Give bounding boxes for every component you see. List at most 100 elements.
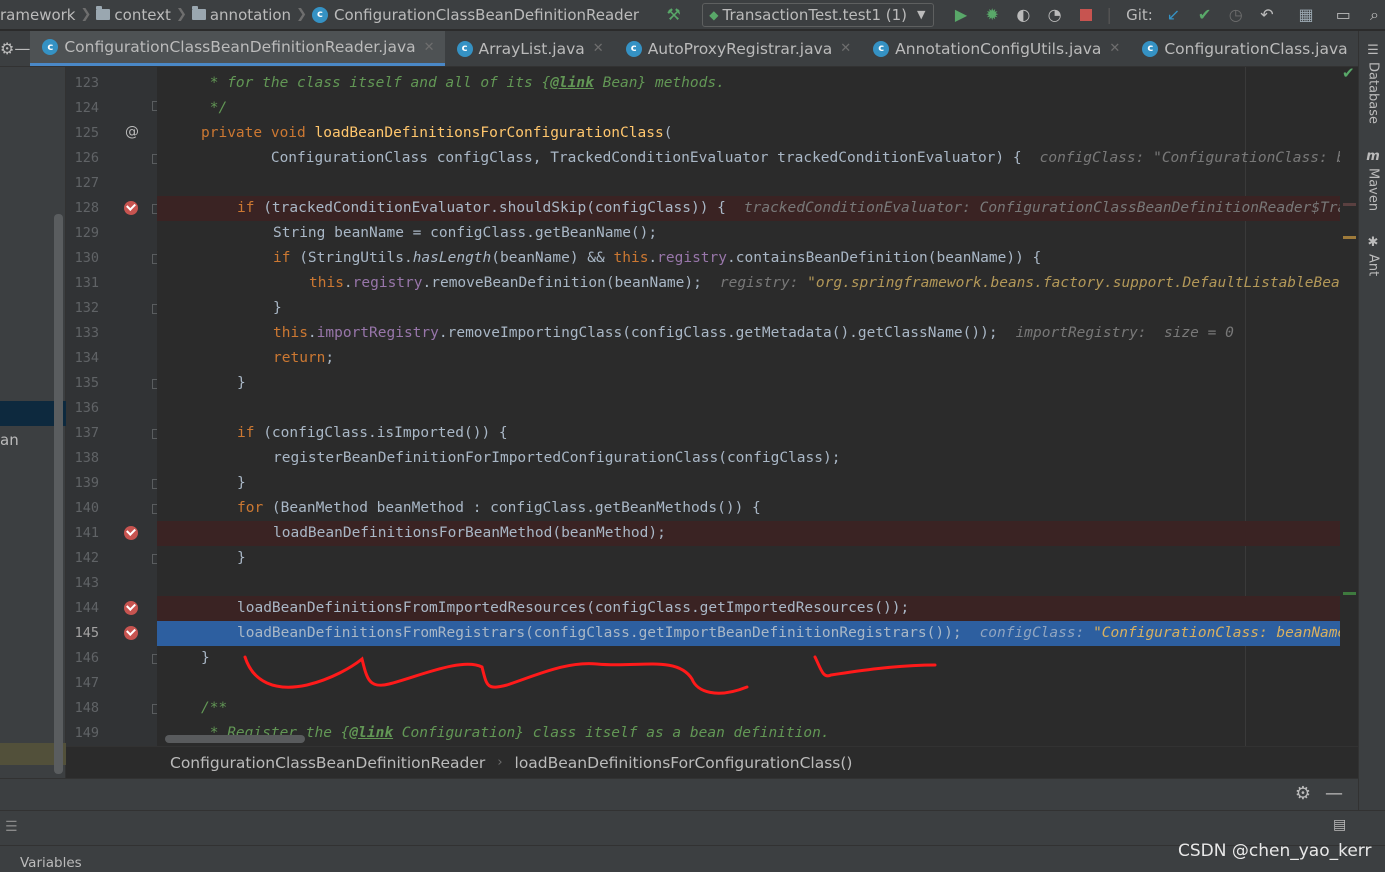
debug-icon[interactable]: ✹ [982,4,1003,26]
close-icon[interactable]: ✕ [593,41,604,56]
git-update-icon[interactable]: ↙ [1163,4,1184,26]
line-number: 138 [74,450,99,466]
red-underline-annotation [243,655,937,695]
chevron-right-icon: ❯ [175,7,187,22]
tab-label: AnnotationConfigUtils.java [895,39,1102,58]
tab-array-list[interactable]: c ArrayList.java ✕ [445,31,614,66]
breakpoint-icon[interactable] [124,201,138,215]
build-hammer-icon[interactable]: ⚒ [663,4,684,26]
tab-label: ConfigurationClass.java [1164,39,1348,58]
change-marker[interactable] [1343,592,1356,595]
nav-crumb-context[interactable]: context ❯ [96,6,191,24]
coverage-icon[interactable]: ◐ [1013,4,1034,26]
line-number: 127 [74,175,99,191]
project-panel: an [0,67,66,778]
chevron-right-icon: ❯ [80,7,92,22]
editor-gutter: 123 124 125 @ 126 127 128 129 130 131 13… [66,67,162,746]
git-commit-icon[interactable]: ✔ [1194,4,1215,26]
class-icon: c [873,40,890,57]
tab-configuration-class-bean-definition-reader[interactable]: c ConfigurationClassBeanDefinitionReader… [30,31,445,66]
close-icon[interactable]: ✕ [1109,41,1120,56]
class-icon: c [456,40,473,57]
line-number: 129 [74,225,99,241]
profile-icon[interactable]: ◔ [1044,4,1065,26]
editor-tabs: ⚙ — c ConfigurationClassBeanDefinitionRe… [0,31,1379,67]
tab-annotation-config-utils[interactable]: c AnnotationConfigUtils.java ✕ [861,31,1130,66]
nav-crumb-framework-label: ramework [0,5,76,24]
override-annotation-icon[interactable]: @ [125,124,139,140]
gear-icon[interactable]: ⚙ [1295,783,1311,804]
layout-icon[interactable]: ▤ [1333,817,1346,833]
current-line-number: 145 [74,625,99,641]
project-tree-item[interactable]: an [0,431,19,449]
warning-marker[interactable] [1343,236,1356,239]
line-number: 132 [74,300,99,316]
terminal-window-icon[interactable]: ▭ [1333,4,1354,26]
line-number: 146 [74,650,99,666]
class-icon: c [625,40,642,57]
run-configuration-select[interactable]: ◆ TransactionTest.test1 (1) ▼ [702,2,935,27]
nav-crumb-class[interactable]: c ConfigurationClassBeanDefinitionReader [311,5,640,24]
breadcrumb-class[interactable]: ConfigurationClassBeanDefinitionReader [170,754,485,772]
debug-panel-tools: ⚙ — [1295,783,1343,804]
line-number: 144 [74,600,99,616]
navigation-bar: ramework ❯ context ❯ annotation ❯ c Configur… [0,0,1385,30]
folder-icon [191,6,206,20]
line-number: 133 [74,325,99,341]
tool-window-label: Ant [1365,254,1381,277]
breakpoint-marker[interactable] [1343,203,1356,206]
tab-tools: ⚙ — [0,31,30,66]
line-number: 134 [74,350,99,366]
git-rollback-icon[interactable]: ↶ [1256,4,1277,26]
project-structure-icon[interactable]: ▦ [1296,4,1317,26]
breadcrumb-method[interactable]: loadBeanDefinitionsForConfigurationClass… [515,754,853,772]
variables-label[interactable]: Variables [20,855,82,871]
line-number: 141 [74,525,99,541]
chevron-right-icon: ❯ [296,7,307,22]
tab-auto-proxy-registrar[interactable]: c AutoProxyRegistrar.java ✕ [614,31,861,66]
search-icon[interactable]: ⌕ [1364,4,1385,26]
class-icon: c [1142,40,1159,57]
run-icon[interactable]: ▶ [950,4,971,26]
stop-icon[interactable] [1075,4,1096,26]
line-number: 131 [74,275,99,291]
line-number: 136 [74,400,99,416]
tool-window-database[interactable]: ☰ Database [1361,43,1385,124]
nav-crumb-class-label: ConfigurationClassBeanDefinitionReader [333,5,640,24]
inspection-ok-icon[interactable]: ✔ [1342,64,1355,82]
project-panel-scrollbar[interactable] [54,214,63,774]
tool-window-maven[interactable]: m Maven [1361,149,1385,211]
line-number: 147 [74,675,99,691]
maven-icon: m [1366,149,1380,164]
breakpoint-icon[interactable] [124,626,138,640]
line-number: 149 [74,725,99,741]
nav-crumb-annotation[interactable]: annotation ❯ [191,6,312,24]
minimize-icon[interactable]: — [14,39,30,58]
error-stripe [1340,67,1358,746]
tab-label: ConfigurationClassBeanDefinitionReader.j… [64,38,416,56]
line-number: 128 [74,200,99,216]
database-icon: ☰ [1367,43,1379,58]
line-number: 143 [74,575,99,591]
tab-label: ArrayList.java [478,39,585,58]
git-history-icon[interactable]: ◷ [1225,4,1246,26]
code-editor[interactable]: * for the class itself and all of its {@… [157,67,1358,746]
line-number: 142 [74,550,99,566]
close-icon[interactable]: ✕ [424,40,435,55]
horizontal-scrollbar[interactable] [165,735,305,743]
class-icon: c [42,39,59,55]
minimize-icon[interactable]: — [1325,783,1343,804]
right-tool-window-bar: ☰ Database m Maven ✱ Ant [1358,31,1385,811]
line-number: 137 [74,425,99,441]
line-number: 125 [74,125,99,141]
breakpoint-icon[interactable] [124,601,138,615]
gear-icon[interactable]: ⚙ [0,39,14,58]
line-number: 135 [74,375,99,391]
breakpoint-icon[interactable] [124,526,138,540]
close-icon[interactable]: ✕ [840,41,851,56]
tab-configuration-class[interactable]: c ConfigurationClass.java [1130,31,1353,66]
tool-window-ant[interactable]: ✱ Ant [1361,235,1385,276]
folder-icon [96,6,111,20]
frames-icon[interactable]: ☰ [5,819,18,835]
nav-crumb-framework[interactable]: ramework ❯ [0,6,96,24]
